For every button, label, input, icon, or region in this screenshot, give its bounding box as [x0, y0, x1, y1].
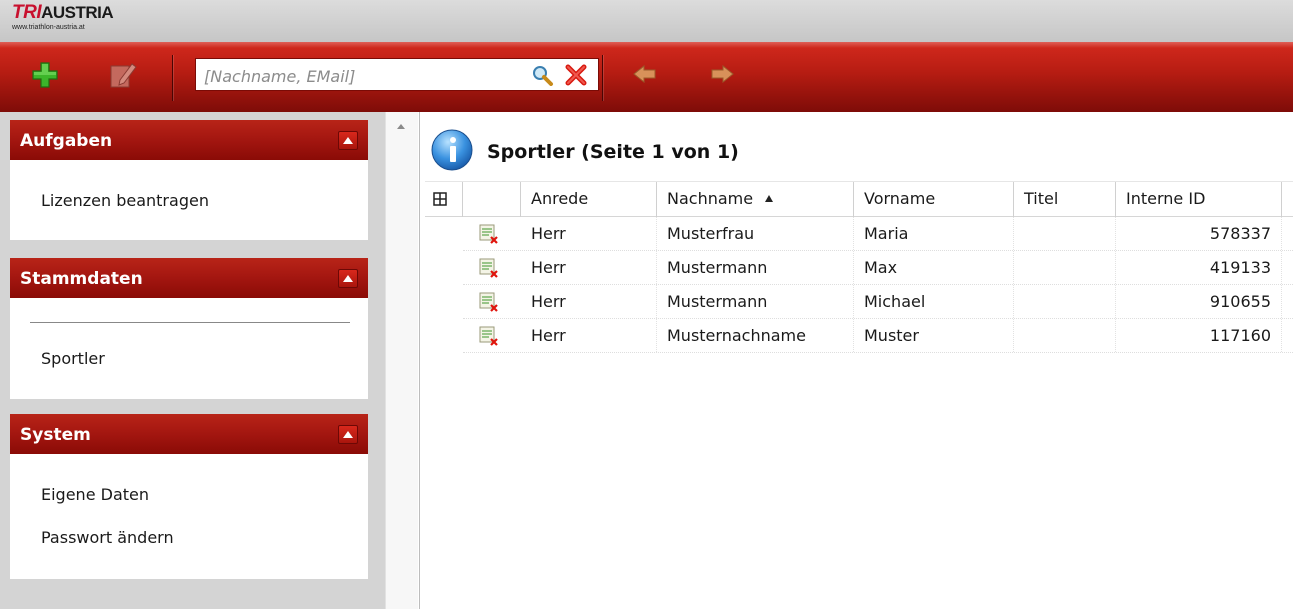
app-header: TRIAUSTRIA www.triathlon-austria.at — [0, 0, 1293, 42]
cell-nachname: Musterfrau — [657, 217, 854, 250]
cell-interne-id: 117160 — [1116, 319, 1282, 352]
sidebar: Aufgaben Lizenzen beantragen Stammdaten … — [0, 112, 385, 609]
cell-nachname: Musternachname — [657, 319, 854, 352]
cell-titel — [1014, 285, 1116, 318]
panel-header[interactable]: Aufgaben — [10, 120, 368, 160]
cell-anrede: Herr — [521, 217, 657, 250]
logo-austria-text: AUSTRIA — [41, 3, 114, 22]
search-icon[interactable] — [530, 64, 554, 86]
column-header-nachname[interactable]: Nachname — [657, 182, 854, 217]
table-header: Anrede Nachname Vorname Titel Interne ID — [425, 181, 1293, 217]
column-chooser[interactable] — [425, 182, 463, 217]
search-box[interactable] — [195, 58, 599, 91]
edit-icon — [110, 63, 137, 88]
cell-titel — [1014, 319, 1116, 352]
grid-icon — [433, 192, 447, 206]
cell-vorname: Michael — [854, 285, 1014, 318]
chevron-up-icon — [343, 431, 353, 438]
panel-header[interactable]: System — [10, 414, 368, 454]
delete-record-icon[interactable] — [479, 224, 499, 244]
add-button[interactable] — [28, 62, 62, 88]
sidebar-item-eigene-daten[interactable]: Eigene Daten — [41, 485, 149, 504]
clear-icon[interactable] — [564, 64, 588, 86]
delete-record-icon[interactable] — [479, 292, 499, 312]
table-row[interactable]: Herr Musternachname Muster 117160 — [425, 319, 1293, 352]
triathlon-austria-logo: TRIAUSTRIA www.triathlon-austria.at — [12, 2, 114, 32]
toolbar-separator — [172, 55, 173, 101]
cell-anrede: Herr — [521, 319, 657, 352]
delete-record-icon[interactable] — [479, 258, 499, 278]
table-row[interactable]: Herr Mustermann Max 419133 — [425, 251, 1293, 284]
collapse-button[interactable] — [338, 131, 358, 150]
panel-title: Aufgaben — [20, 131, 113, 151]
cell-titel — [1014, 251, 1116, 284]
cell-vorname: Max — [854, 251, 1014, 284]
cell-anrede: Herr — [521, 251, 657, 284]
cell-titel — [1014, 217, 1116, 250]
panel-aufgaben: Aufgaben Lizenzen beantragen — [10, 120, 368, 240]
sidebar-item-sportler[interactable]: Sportler — [41, 349, 105, 368]
column-header-interne-id[interactable]: Interne ID — [1116, 182, 1282, 217]
cell-vorname: Maria — [854, 217, 1014, 250]
table-row[interactable]: Herr Musterfrau Maria 578337 — [425, 217, 1293, 250]
sort-ascending-icon — [765, 195, 774, 202]
column-header-nachname-label: Nachname — [667, 189, 754, 208]
toolbar-separator — [602, 55, 603, 101]
column-header-vorname[interactable]: Vorname — [854, 182, 1014, 217]
sidebar-item-passwort-aendern[interactable]: Passwort ändern — [41, 528, 174, 547]
panel-title: System — [20, 425, 91, 445]
cell-interne-id: 419133 — [1116, 251, 1282, 284]
column-header-anrede[interactable]: Anrede — [521, 182, 657, 217]
panel-divider — [30, 322, 350, 323]
sidebar-item-lizenzen-beantragen[interactable]: Lizenzen beantragen — [41, 191, 209, 210]
forward-button[interactable] — [708, 64, 736, 84]
page-title: Sportler (Seite 1 von 1) — [487, 141, 739, 163]
cell-nachname: Mustermann — [657, 285, 854, 318]
cell-vorname: Muster — [854, 319, 1014, 352]
arrow-left-icon — [633, 65, 656, 83]
scroll-up-icon[interactable] — [397, 124, 405, 129]
column-header-actions — [463, 182, 521, 217]
logo-url: www.triathlon-austria.at — [12, 24, 85, 31]
plus-icon — [32, 62, 58, 88]
logo-tri-text: TRI — [12, 2, 42, 23]
delete-record-icon[interactable] — [479, 326, 499, 346]
back-button[interactable] — [631, 64, 659, 84]
arrow-right-icon — [711, 65, 734, 83]
collapse-button[interactable] — [338, 425, 358, 444]
cell-interne-id: 910655 — [1116, 285, 1282, 318]
panel-system: System Eigene Daten Passwort ändern — [10, 414, 368, 579]
panel-title: Stammdaten — [20, 269, 143, 289]
collapse-button[interactable] — [338, 269, 358, 288]
column-header-titel[interactable]: Titel — [1014, 182, 1116, 217]
table-row[interactable]: Herr Mustermann Michael 910655 — [425, 285, 1293, 318]
sidebar-splitter[interactable] — [385, 112, 421, 609]
chevron-up-icon — [343, 275, 353, 282]
main-content: Sportler (Seite 1 von 1) Anrede Nachname… — [420, 112, 1293, 609]
info-icon — [431, 129, 473, 171]
panel-header[interactable]: Stammdaten — [10, 258, 368, 298]
panel-stammdaten: Stammdaten Sportler — [10, 258, 368, 399]
cell-nachname: Mustermann — [657, 251, 854, 284]
cell-interne-id: 578337 — [1116, 217, 1282, 250]
search-input[interactable] — [202, 63, 526, 89]
chevron-up-icon — [343, 137, 353, 144]
cell-anrede: Herr — [521, 285, 657, 318]
edit-button[interactable] — [106, 60, 140, 90]
